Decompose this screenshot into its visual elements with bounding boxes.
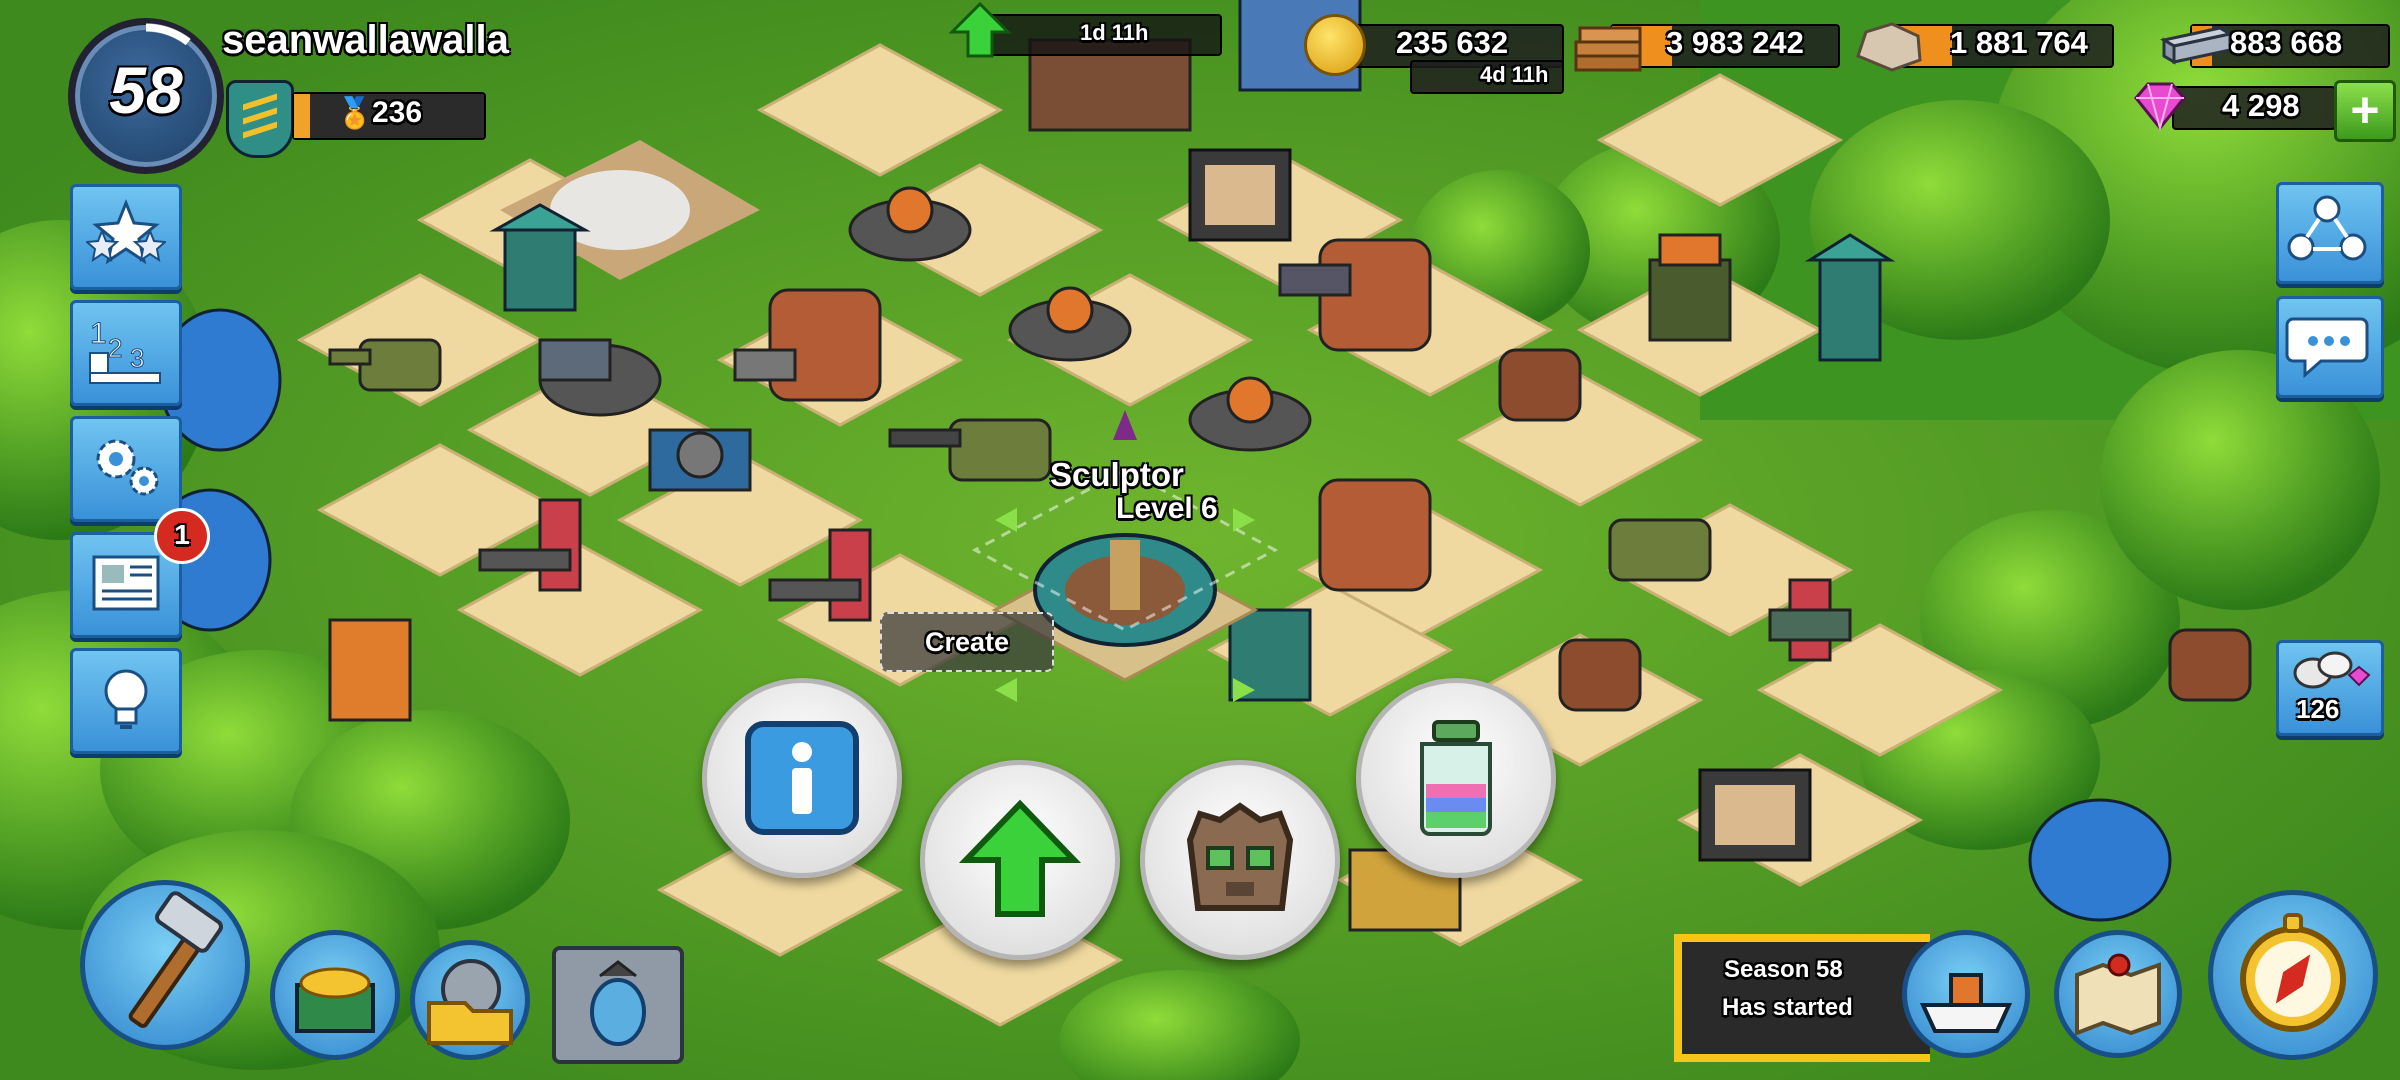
- sculpture-button[interactable]: [1140, 760, 1340, 960]
- landing-craft-icon: [1919, 973, 2013, 1033]
- vault-folder-icon: [427, 959, 513, 1045]
- stone-value: 1 881 764: [1950, 25, 2088, 60]
- powder-jar-button[interactable]: [1356, 678, 1556, 878]
- vault-button[interactable]: [410, 940, 530, 1060]
- rank-shield-icon[interactable]: [226, 80, 294, 158]
- buy-diamonds-button[interactable]: +: [2334, 80, 2396, 142]
- medal-icon: 🏅: [336, 97, 374, 130]
- chat-bubble-icon: [2285, 317, 2369, 379]
- diamonds-value: 4 298: [2222, 88, 2300, 123]
- lightbulb-icon: [104, 669, 148, 729]
- newspaper-icon: [92, 555, 160, 611]
- prototype-bomb-icon: [590, 960, 646, 1046]
- podium-icon: 1 2 3: [89, 317, 161, 384]
- treasure-button[interactable]: [270, 930, 400, 1060]
- boat-button[interactable]: [1902, 930, 2030, 1058]
- svg-text:1: 1: [90, 317, 107, 350]
- build-button[interactable]: [80, 880, 250, 1050]
- power-stones-count: 126: [2296, 694, 2340, 724]
- upgrade-timer-text: 1d 11h: [1080, 20, 1149, 45]
- info-button[interactable]: [702, 678, 902, 878]
- building-name: Sculptor: [1050, 456, 1184, 493]
- victory-points-value: 236: [372, 96, 423, 129]
- compass-icon: [2240, 913, 2346, 1032]
- wood-value: 3 983 242: [1666, 25, 1804, 60]
- gold-timer-text: 4d 11h: [1480, 62, 1549, 87]
- hammer-icon: [128, 891, 223, 1028]
- building-level: Level 6: [1116, 492, 1218, 525]
- news-notification-badge: 1: [154, 508, 210, 564]
- leaderboard-button[interactable]: [70, 184, 182, 290]
- stars-icon: [86, 198, 166, 265]
- wood-icon: [1574, 26, 1642, 72]
- map-button[interactable]: [2054, 930, 2182, 1058]
- create-button[interactable]: Create: [880, 612, 1054, 672]
- treasure-chest-icon: [295, 967, 375, 1033]
- world-map-icon: [2075, 953, 2161, 1036]
- upgrade-button[interactable]: [920, 760, 1120, 960]
- svg-text:2: 2: [108, 333, 122, 363]
- people-network-icon: [2287, 195, 2367, 261]
- tips-button[interactable]: [70, 648, 182, 754]
- gold-coin-icon: [1304, 14, 1366, 76]
- prototype-button[interactable]: [552, 946, 684, 1064]
- svg-text:3: 3: [130, 343, 144, 373]
- season-subtitle: Has started: [1722, 994, 1853, 1021]
- stone-icon: [1856, 22, 1922, 72]
- task-force-button[interactable]: [2276, 182, 2384, 284]
- diamond-icon: [2134, 82, 2186, 132]
- powder-jar-icon: [1420, 720, 1492, 836]
- settings-button[interactable]: [70, 416, 182, 522]
- upgrade-arrow-icon: [948, 1, 1012, 58]
- upgrade-arrow-icon: [958, 799, 1082, 917]
- player-level: 58: [109, 53, 183, 127]
- season-title: Season 58: [1724, 956, 1843, 983]
- rankings-button[interactable]: 1 2 3: [70, 300, 182, 406]
- gear-icon: [96, 439, 159, 496]
- info-icon: [745, 721, 859, 835]
- stone-mask-icon: [1186, 802, 1294, 911]
- chat-button[interactable]: [2276, 296, 2384, 398]
- explore-button[interactable]: [2208, 890, 2378, 1060]
- iron-icon: [2160, 26, 2234, 65]
- gold-value: 235 632: [1396, 25, 1509, 60]
- player-name[interactable]: seanwallawalla: [222, 18, 509, 63]
- iron-value: 883 668: [2230, 25, 2343, 60]
